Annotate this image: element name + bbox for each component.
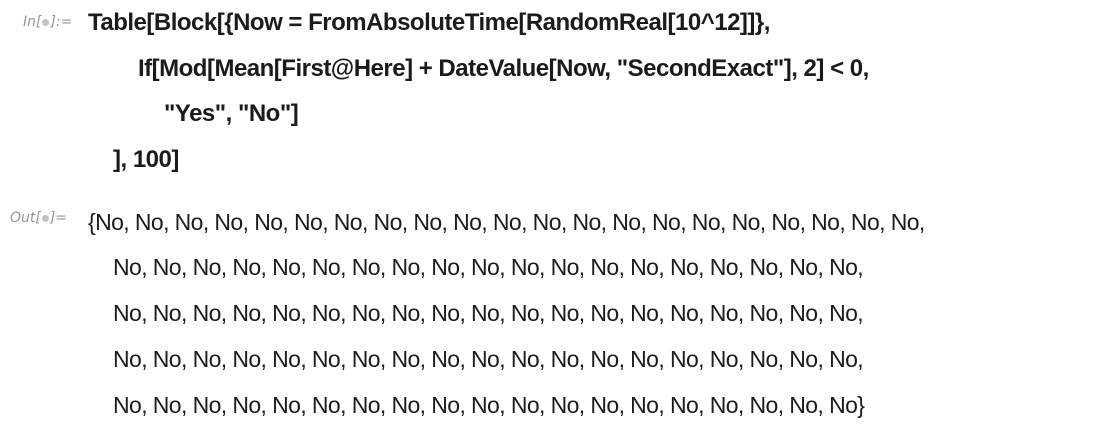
output-line-3: No, No, No, No, No, No, No, No, No, No, … [113, 300, 864, 326]
cell-number-dot-icon [41, 215, 49, 222]
output-line-1: {No, No, No, No, No, No, No, No, No, No,… [88, 209, 925, 235]
output-line-4: No, No, No, No, No, No, No, No, No, No, … [113, 346, 864, 372]
output-label: Out[ ]= [10, 210, 67, 226]
output-label-prefix: Out[ [10, 210, 41, 226]
input-label: In[ ]:= [23, 14, 72, 30]
output-label-suffix: ]= [49, 210, 68, 226]
cell-number-dot-icon [42, 19, 50, 26]
input-label-suffix: ]:= [50, 14, 73, 30]
output-line-5: No, No, No, No, No, No, No, No, No, No, … [113, 392, 865, 418]
input-line-4[interactable]: ], 100] [113, 146, 179, 174]
input-line-2[interactable]: If[Mod[Mean[First@Here] + DateValue[Now,… [138, 55, 869, 83]
input-label-prefix: In[ [23, 14, 42, 30]
input-line-1[interactable]: Table[Block[{Now = FromAbsoluteTime[Rand… [88, 9, 770, 37]
input-line-3[interactable]: "Yes", "No"] [164, 100, 299, 128]
output-line-2: No, No, No, No, No, No, No, No, No, No, … [113, 254, 864, 280]
